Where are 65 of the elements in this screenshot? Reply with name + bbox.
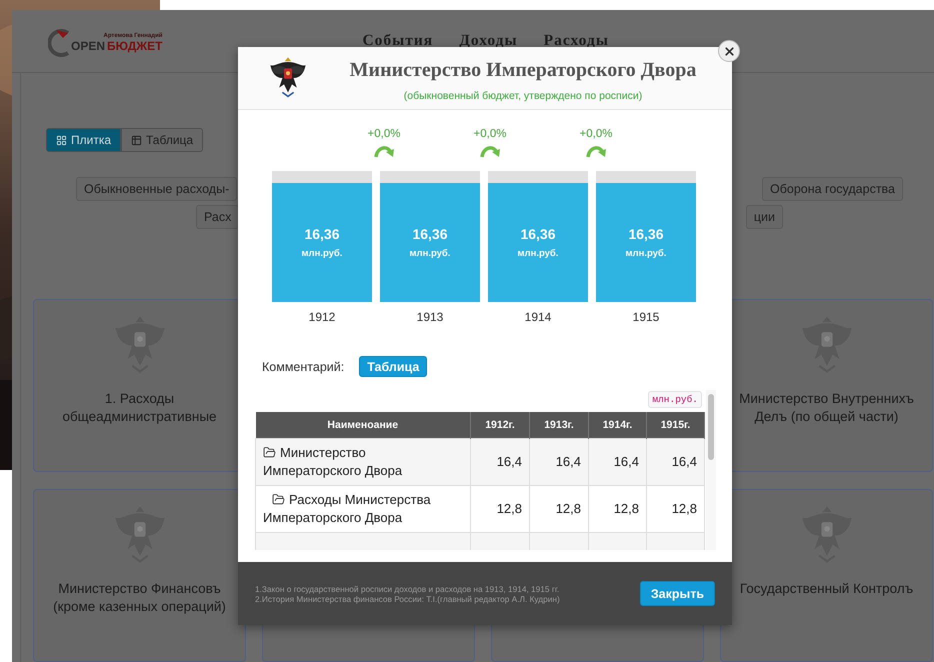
filter-chip[interactable]: Оборона государства [762, 177, 903, 201]
table-icon [131, 134, 142, 146]
table-cell: 16,4 [470, 438, 530, 486]
column-header: 1915г. [646, 412, 704, 438]
bar-value: 16,36 [304, 226, 340, 242]
year-label: 1915 [632, 310, 660, 324]
comment-label: Комментарий: [262, 360, 344, 374]
category-card[interactable]: Государственный Контролъ [720, 489, 933, 662]
curved-arrow-icon [585, 144, 607, 158]
close-icon [722, 44, 736, 58]
bar-value: 16,36 [628, 226, 664, 242]
footnote: 1.Закон о государственной росписи доходов и расходов на 1913, 1914, 1915 гг. [255, 584, 560, 594]
year-label: 1914 [524, 310, 552, 324]
bar-value: 16,36 [412, 226, 448, 242]
column-header: 1913г. [530, 412, 588, 438]
category-card[interactable]: Министерство Финансовъ (кроме казенных операций) [33, 489, 246, 662]
filter-chip[interactable]: ции [746, 205, 783, 229]
close-dialog-button[interactable]: Закрыть [640, 581, 715, 606]
card-title: Министерство Финансовъ (кроме казенных операций) [52, 580, 227, 616]
table-cell: 16,4 [646, 438, 704, 486]
filter-chip[interactable]: Расх [196, 205, 240, 229]
bar-unit: млн.руб. [302, 248, 342, 259]
view-toggle-button[interactable]: Таблица [121, 128, 204, 152]
logo-text: OPEN [71, 39, 106, 53]
bar-unit: млн.руб. [518, 248, 558, 259]
curved-arrow-icon [479, 144, 501, 158]
bar-unit: млн.руб. [410, 248, 450, 259]
year-label: 1913 [416, 310, 444, 324]
card-title: Министерство Внутреннихъ Делъ (по общей части) [738, 390, 915, 426]
table-cell: 12,8 [470, 486, 530, 532]
dialog-subtitle: (обыкновенный бюджет, утверждено по росписи) [404, 90, 642, 102]
card-title: Государственный Контролъ [738, 580, 914, 598]
table-cell: 16,4 [530, 438, 588, 486]
footnote: 2.История Министерства финансов России: T.I.(главный редактор А.Л. Кудрин) [255, 594, 560, 604]
column-header: Наименоание [256, 412, 470, 438]
table-cell: 16,4 [588, 438, 646, 486]
change-percent: +0,0% [474, 128, 506, 140]
change-percent: +0,0% [580, 128, 612, 140]
column-header: 1912г. [470, 412, 530, 438]
bar-value: 16,36 [520, 226, 556, 242]
logo-ring-icon [48, 28, 70, 58]
unit-label: млн.руб. [648, 391, 702, 408]
table-cell: 12,8 [588, 486, 646, 532]
table-button[interactable]: Таблица [359, 356, 428, 377]
table-cell: 12,8 [646, 486, 704, 532]
scrollbar[interactable] [706, 390, 716, 550]
logo-text: БЮДЖЕТ [107, 39, 162, 53]
change-percent: +0,0% [368, 128, 400, 140]
table-cell: Расходы Министерства Императорского Двора [256, 486, 470, 532]
folder-icon [263, 446, 276, 459]
nav-link[interactable]: События [362, 32, 434, 50]
nav-link[interactable]: Расходы [544, 32, 609, 50]
table-cell: Министерство Императорского Двора [256, 438, 470, 486]
nav-link[interactable]: Доходы [459, 32, 518, 50]
curved-arrow-icon [373, 144, 395, 158]
bar-unit: млн.руб. [626, 248, 666, 259]
grid-icon [56, 134, 67, 146]
filter-chip[interactable]: Обыкновенные расходы- [76, 177, 238, 201]
folder-icon [272, 493, 285, 506]
table-cell: 12,8 [530, 486, 588, 532]
card-title: 1. Расходы общеадминистративные [61, 390, 218, 426]
column-header: 1914г. [588, 412, 646, 438]
dialog-title: Министерство Императорского Двора [350, 58, 696, 82]
year-label: 1912 [308, 310, 336, 324]
view-toggle-button[interactable]: Плитка [46, 128, 122, 152]
